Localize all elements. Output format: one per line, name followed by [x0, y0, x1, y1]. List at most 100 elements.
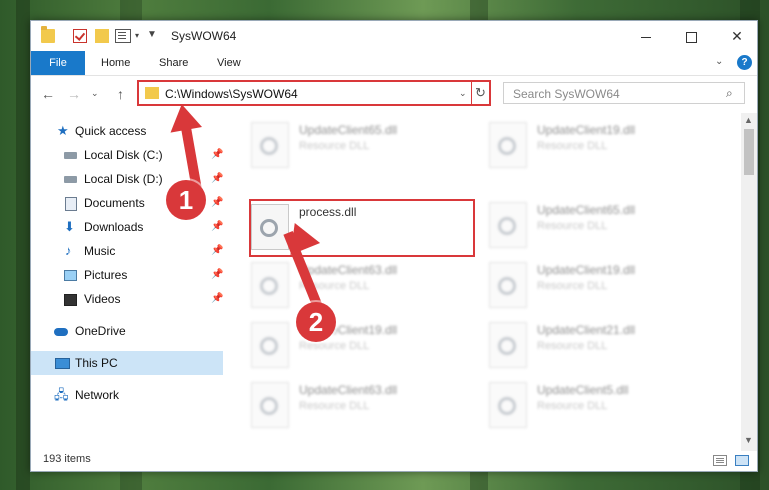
back-arrow-icon[interactable]: ←: [41, 86, 55, 102]
star-icon: ★: [57, 123, 69, 138]
dll-file-icon: [489, 202, 527, 248]
pin-icon[interactable]: 📌: [211, 239, 223, 263]
dll-file-icon: [489, 322, 527, 368]
sidebar-item-network[interactable]: 🖧 Network: [31, 383, 223, 407]
scroll-down-icon[interactable]: ▼: [744, 435, 753, 445]
dll-file-icon: [251, 122, 289, 168]
scrollbar-thumb[interactable]: [744, 129, 754, 175]
search-icon[interactable]: ⌕: [726, 86, 733, 101]
pin-icon[interactable]: 📌: [211, 263, 223, 287]
folder-icon[interactable]: [41, 26, 55, 43]
tab-view[interactable]: View: [217, 51, 241, 75]
dll-file-icon: [489, 262, 527, 308]
list-item[interactable]: UpdateClient63.dll Resource DLL: [251, 379, 471, 431]
list-item[interactable]: UpdateClient21.dll Resource DLL: [489, 319, 709, 371]
refresh-icon: ↻: [475, 85, 486, 100]
dll-file-icon: [489, 122, 527, 168]
address-path[interactable]: C:\Windows\SysWOW64: [165, 87, 298, 101]
sidebar-item-label: Videos: [84, 292, 121, 306]
file-type: Resource DLL: [299, 400, 370, 412]
tiles-view-icon[interactable]: [735, 455, 749, 466]
pin-icon[interactable]: 📌: [211, 191, 223, 215]
properties-check-icon[interactable]: [73, 29, 87, 43]
sidebar-item-music[interactable]: ♪ Music 📌: [31, 239, 223, 263]
sidebar-item-label: OneDrive: [75, 324, 126, 338]
file-type: Resource DLL: [537, 140, 608, 152]
list-item[interactable]: UpdateClient63.dll Resource DLL: [251, 259, 471, 311]
list-item[interactable]: UpdateClient65.dll Resource DLL: [251, 119, 471, 171]
pin-icon[interactable]: 📌: [211, 167, 223, 191]
minimize-icon: [641, 36, 651, 38]
dll-file-icon: [251, 322, 289, 368]
caret-down-icon[interactable]: ▾: [135, 31, 139, 40]
title-bar: ▾ ▼ SysWOW64 ✕: [31, 21, 757, 51]
sidebar-item-downloads[interactable]: ⬇ Downloads 📌: [31, 215, 223, 239]
file-name: UpdateClient19.dll: [537, 263, 636, 277]
maximize-button[interactable]: [671, 21, 711, 51]
list-item[interactable]: UpdateClient19.dll Resource DLL: [489, 119, 709, 171]
help-icon[interactable]: ?: [737, 55, 752, 70]
sidebar-item-pictures[interactable]: Pictures 📌: [31, 263, 223, 287]
minimize-button[interactable]: [626, 21, 666, 51]
properties-icon[interactable]: [115, 29, 131, 43]
folder-icon: [145, 87, 159, 99]
expand-ribbon-icon[interactable]: ⌄: [715, 56, 723, 67]
file-name: UpdateClient21.dll: [537, 323, 636, 337]
search-input[interactable]: Search SysWOW64: [513, 87, 620, 101]
scroll-up-icon[interactable]: ▲: [744, 115, 753, 125]
network-icon: 🖧: [54, 387, 69, 402]
tab-home[interactable]: Home: [101, 51, 130, 75]
navigation-bar: ← → ⌄ ↑ C:\Windows\SysWOW64 ⌄ ↻ Search S…: [31, 76, 757, 112]
file-name: UpdateClient65.dll: [537, 203, 636, 217]
maximize-icon: [685, 31, 697, 43]
download-icon: ⬇: [64, 219, 75, 234]
explorer-window: ▾ ▼ SysWOW64 ✕ File Home Share View ⌄ ? …: [30, 20, 758, 472]
pin-icon[interactable]: 📌: [211, 143, 223, 167]
annotation-arrowhead-1: [165, 101, 203, 133]
sidebar-item-label: Local Disk (C:): [84, 148, 163, 162]
file-name: UpdateClient63.dll: [299, 383, 398, 397]
file-name: UpdateClient65.dll: [299, 123, 398, 137]
file-type: Resource DLL: [537, 280, 608, 292]
list-item[interactable]: UpdateClient19.dll Resource DLL: [251, 319, 471, 371]
sidebar-item-videos[interactable]: Videos 📌: [31, 287, 223, 311]
annotation-badge-1: 1: [166, 180, 206, 220]
address-dropdown-icon[interactable]: ⌄: [459, 88, 467, 99]
file-type: Resource DLL: [299, 340, 370, 352]
list-item[interactable]: UpdateClient65.dll Resource DLL: [489, 199, 709, 251]
disk-icon: [64, 152, 77, 159]
file-name: UpdateClient63.dll: [299, 263, 398, 277]
up-arrow-icon[interactable]: ↑: [117, 86, 124, 102]
dll-file-icon: [251, 382, 289, 428]
sidebar-item-onedrive[interactable]: OneDrive: [31, 319, 223, 343]
vertical-scrollbar[interactable]: ▲ ▼: [741, 113, 757, 451]
sidebar-item-label: Quick access: [75, 124, 147, 138]
customize-toolbar-icon[interactable]: ▼: [147, 29, 157, 40]
tab-file[interactable]: File: [31, 51, 85, 75]
details-view-icon[interactable]: [713, 455, 727, 466]
file-type: Resource DLL: [299, 140, 370, 152]
close-icon: ✕: [731, 28, 743, 44]
file-type: Resource DLL: [537, 400, 608, 412]
sidebar-item-label: Pictures: [84, 268, 128, 282]
new-folder-icon[interactable]: [95, 29, 109, 43]
forward-arrow-icon[interactable]: →: [67, 86, 81, 102]
recent-locations-icon[interactable]: ⌄: [91, 88, 99, 99]
sidebar-item-this-pc[interactable]: This PC: [31, 351, 223, 375]
pin-icon[interactable]: 📌: [211, 215, 223, 239]
tab-share[interactable]: Share: [159, 51, 188, 75]
dll-file-icon: [489, 382, 527, 428]
status-bar: 193 items: [31, 451, 757, 471]
refresh-button[interactable]: ↻: [471, 80, 491, 106]
file-name: UpdateClient5.dll: [537, 383, 629, 397]
dll-file-icon: [251, 262, 289, 308]
sidebar-item-label: Network: [75, 388, 120, 402]
file-name: UpdateClient19.dll: [537, 123, 636, 137]
pin-icon[interactable]: 📌: [211, 287, 223, 311]
list-item[interactable]: UpdateClient19.dll Resource DLL: [489, 259, 709, 311]
search-box[interactable]: Search SysWOW64 ⌕: [503, 82, 745, 104]
sidebar-item-label: Music: [84, 244, 116, 258]
list-item[interactable]: UpdateClient5.dll Resource DLL: [489, 379, 709, 431]
pictures-icon: [64, 270, 77, 281]
close-button[interactable]: ✕: [717, 21, 757, 51]
